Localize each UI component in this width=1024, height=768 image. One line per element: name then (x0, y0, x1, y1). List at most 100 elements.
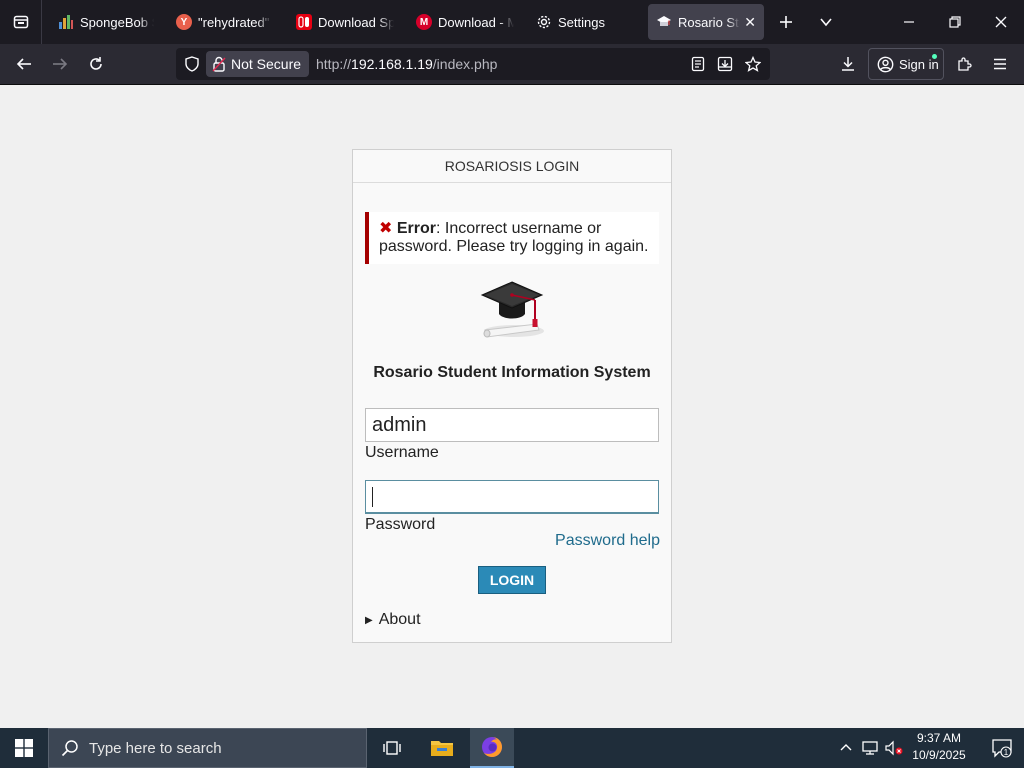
app-menu-button[interactable] (984, 48, 1016, 80)
minimize-icon (904, 21, 914, 23)
bookmark-button[interactable] (741, 52, 765, 76)
search-icon (61, 740, 78, 757)
tab-title: Settings (558, 14, 605, 30)
minimize-button[interactable] (888, 0, 930, 44)
notification-dot (932, 54, 937, 59)
chevron-down-icon (820, 18, 832, 27)
broken-lock-icon (212, 56, 226, 72)
page-content: ROSARIOSIS LOGIN ✖ Error: Incorrect user… (0, 85, 1024, 728)
firefox-icon (482, 737, 502, 757)
text-cursor (372, 487, 373, 507)
file-explorer-button[interactable] (420, 728, 464, 768)
tab-settings[interactable]: Settings (528, 4, 640, 40)
graduation-cap-favicon (656, 14, 672, 30)
reader-view-icon (691, 56, 705, 72)
restore-button[interactable] (934, 0, 976, 44)
volume-muted-icon (885, 740, 903, 756)
about-label: About (378, 611, 421, 628)
tracking-protection-button[interactable] (180, 52, 204, 76)
login-header: ROSARIOSIS LOGIN (353, 150, 671, 183)
gear-icon (536, 14, 552, 30)
show-hidden-icons-button[interactable] (836, 738, 856, 758)
close-icon (995, 16, 1007, 28)
clock-time: 9:37 AM (916, 731, 962, 745)
plus-icon (780, 16, 792, 28)
tab-download-m[interactable]: M Download - M (408, 4, 522, 40)
tab-download-spo[interactable]: Download Spo (288, 4, 402, 40)
windows-logo-icon (15, 739, 33, 757)
nintendo-favicon (296, 14, 312, 30)
sign-in-button[interactable]: Sign in (868, 48, 944, 80)
extensions-button[interactable] (948, 48, 980, 80)
windows-taskbar: Type here to search 9:37 AM 10/9/2025 1 (0, 728, 1024, 768)
graduation-cap-logo (479, 278, 545, 344)
forward-button[interactable] (44, 48, 76, 80)
site-security-button[interactable]: Not Secure (206, 51, 310, 77)
password-input[interactable] (365, 480, 659, 514)
not-secure-label: Not Secure (231, 56, 302, 72)
restore-icon (949, 16, 961, 28)
notifications-button[interactable]: 1 (980, 728, 1024, 768)
system-name: Rosario Student Information System (373, 364, 651, 381)
network-icon (862, 741, 878, 755)
tab-rosario[interactable]: Rosario Stuc ✕ (648, 4, 764, 40)
m-favicon: M (416, 14, 432, 30)
y-favicon: Y (176, 14, 192, 30)
username-input[interactable]: admin (365, 408, 659, 442)
tab-rehydrated[interactable]: Y "rehydrated" " (168, 4, 280, 40)
about-toggle[interactable]: ▶ About (365, 611, 421, 629)
tab-strip: SpongeBob Sc Y "rehydrated" " Download S… (0, 0, 1024, 44)
notification-count: 1 (1004, 748, 1009, 757)
shield-icon (185, 56, 199, 72)
reader-view-button[interactable] (686, 52, 710, 76)
network-tray-button[interactable] (860, 738, 880, 758)
arrow-right-icon (53, 58, 68, 70)
volume-tray-button[interactable] (884, 738, 904, 758)
url-path: /index.php (432, 56, 498, 72)
error-title: Error (396, 220, 436, 237)
new-tab-button[interactable] (766, 0, 806, 44)
login-form: ROSARIOSIS LOGIN ✖ Error: Incorrect user… (352, 149, 672, 643)
url-text[interactable]: http://192.168.1.19/index.php (316, 48, 497, 80)
firefox-view-button[interactable] (0, 0, 42, 44)
close-tab-icon[interactable]: ✕ (740, 14, 756, 31)
tab-title: SpongeBob Sc (80, 14, 154, 30)
username-label: Username (365, 444, 439, 461)
url-scheme: http:// (316, 56, 352, 72)
save-to-pocket-button[interactable] (713, 52, 737, 76)
tab-title: Download - M (438, 14, 514, 30)
login-button[interactable]: LOGIN (478, 566, 546, 594)
downloads-button[interactable] (832, 48, 864, 80)
close-window-button[interactable] (980, 0, 1022, 44)
tab-title: "rehydrated" " (198, 14, 272, 30)
password-help-link[interactable]: Password help (555, 532, 660, 550)
reload-button[interactable] (80, 48, 112, 80)
list-all-tabs-button[interactable] (806, 0, 846, 44)
task-view-button[interactable] (370, 728, 414, 768)
firefox-view-icon (13, 15, 28, 29)
start-button[interactable] (0, 728, 48, 768)
firefox-taskbar-button[interactable] (470, 728, 514, 768)
task-view-icon (383, 741, 401, 755)
search-placeholder: Type here to search (89, 739, 222, 757)
reload-icon (90, 57, 102, 70)
folder-icon (431, 741, 453, 756)
notification-icon: 1 (992, 739, 1012, 758)
taskbar-search-box[interactable]: Type here to search (48, 728, 367, 768)
url-host: 192.168.1.19 (351, 56, 433, 72)
error-message: ✖ Error: Incorrect username or password.… (365, 212, 659, 264)
star-icon (745, 56, 761, 72)
arrow-left-icon (16, 58, 31, 70)
hamburger-menu-icon (994, 58, 1006, 70)
tab-spongebob[interactable]: SpongeBob Sc (50, 4, 162, 40)
address-bar[interactable]: Not Secure http://192.168.1.19/index.php (176, 48, 770, 80)
back-button[interactable] (8, 48, 40, 80)
disclosure-triangle-icon: ▶ (365, 614, 373, 626)
bar-chart-favicon (58, 14, 74, 30)
taskbar-clock[interactable]: 9:37 AM 10/9/2025 (906, 730, 972, 764)
puzzle-piece-icon (958, 57, 972, 71)
error-x-icon: ✖ (379, 220, 393, 237)
chevron-up-icon (840, 744, 852, 751)
password-label: Password (365, 516, 436, 533)
download-icon (842, 57, 854, 71)
